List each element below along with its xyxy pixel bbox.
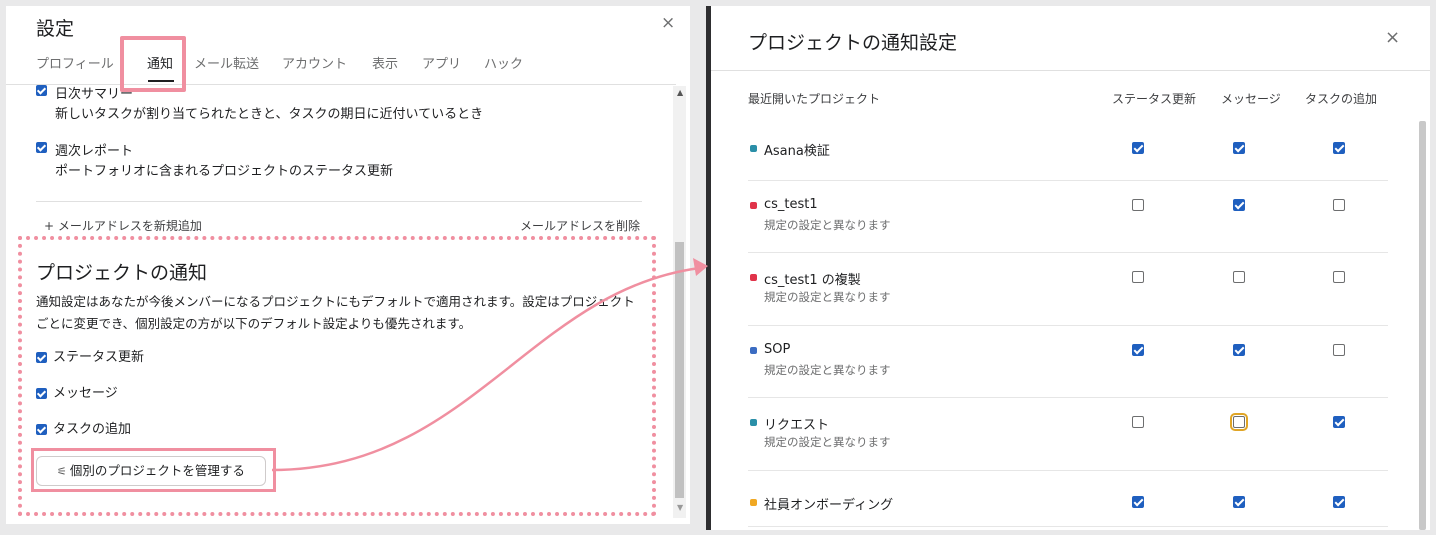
status-update-label: ステータス更新 bbox=[53, 350, 145, 365]
divider bbox=[36, 201, 642, 202]
status-checkbox[interactable] bbox=[1132, 416, 1144, 428]
header-divider bbox=[706, 70, 1430, 71]
column-header-task: タスクの追加 bbox=[1305, 92, 1378, 106]
weekly-report-label: 週次レポート bbox=[55, 144, 134, 159]
message-checkbox[interactable] bbox=[1233, 142, 1245, 154]
settings-title: 設定 bbox=[36, 18, 75, 40]
row-divider bbox=[748, 526, 1388, 527]
option-status-update[interactable]: ステータス更新 bbox=[36, 346, 144, 365]
project-name: SOP bbox=[764, 342, 791, 357]
add-email-link[interactable]: + メールアドレスを新規追加 bbox=[44, 217, 202, 234]
scroll-up-arrow-icon[interactable]: ▲ bbox=[677, 88, 683, 97]
scrollbar-thumb[interactable] bbox=[1419, 121, 1426, 530]
project-name: 社員オンボーディング bbox=[764, 498, 894, 513]
column-header-message: メッセージ bbox=[1221, 92, 1281, 106]
project-notifications-description: 通知設定はあなたが今後メンバーになるプロジェクトにもデフォルトで適用されます。設… bbox=[36, 294, 635, 331]
tab-hacks[interactable]: ハック bbox=[484, 53, 523, 72]
project-row: cs_test1 の複製規定の設定と異なります bbox=[706, 256, 1406, 328]
project-differs-note: 規定の設定と異なります bbox=[764, 435, 891, 449]
project-row: 社員オンボーディング bbox=[706, 474, 1406, 530]
tab-profile[interactable]: プロフィール bbox=[36, 53, 114, 72]
project-name: リクエスト bbox=[764, 418, 830, 433]
dialog-left-border bbox=[706, 6, 711, 530]
tab-apps[interactable]: アプリ bbox=[422, 53, 461, 72]
scrollbar-thumb[interactable] bbox=[675, 242, 684, 498]
message-label: メッセージ bbox=[53, 386, 118, 401]
task-checkbox[interactable] bbox=[1333, 271, 1345, 283]
status-checkbox[interactable] bbox=[1132, 344, 1144, 356]
option-task-added[interactable]: タスクの追加 bbox=[36, 418, 131, 437]
project-color-dot bbox=[750, 499, 757, 506]
project-color-dot bbox=[750, 347, 757, 354]
manage-button-highlight bbox=[31, 448, 276, 492]
project-color-dot bbox=[750, 274, 757, 281]
task-checkbox[interactable] bbox=[1333, 416, 1345, 428]
delete-email-link[interactable]: メールアドレスを削除 bbox=[520, 217, 640, 234]
message-checkbox[interactable] bbox=[36, 388, 47, 399]
status-checkbox[interactable] bbox=[1132, 496, 1144, 508]
project-row: cs_test1 規定の設定と異なります bbox=[706, 184, 1406, 256]
project-row: リクエスト規定の設定と異なります bbox=[706, 401, 1406, 473]
project-name: Asana検証 bbox=[764, 144, 830, 159]
row-divider bbox=[748, 397, 1388, 398]
task-added-checkbox[interactable] bbox=[36, 424, 47, 435]
project-color-dot bbox=[750, 419, 757, 426]
project-name: cs_test1 の複製 bbox=[764, 273, 861, 288]
daily-summary-desc: 新しいタスクが割り当てられたときと、タスクの期日に近付いているとき bbox=[55, 107, 484, 122]
message-checkbox[interactable] bbox=[1233, 496, 1245, 508]
tab-email-forwarding[interactable]: メール転送 bbox=[194, 53, 259, 72]
project-differs-note: 規定の設定と異なります bbox=[764, 290, 891, 304]
option-message[interactable]: メッセージ bbox=[36, 382, 118, 401]
project-row: SOP 規定の設定と異なります bbox=[706, 329, 1406, 401]
project-name: cs_test1 bbox=[764, 197, 818, 212]
notifications-tab-highlight bbox=[120, 36, 186, 92]
message-checkbox[interactable] bbox=[1233, 344, 1245, 356]
project-differs-note: 規定の設定と異なります bbox=[764, 218, 891, 232]
row-divider bbox=[748, 470, 1388, 471]
row-divider bbox=[748, 180, 1388, 181]
project-differs-note: 規定の設定と異なります bbox=[764, 363, 891, 377]
task-checkbox[interactable] bbox=[1333, 344, 1345, 356]
daily-summary-checkbox[interactable] bbox=[36, 85, 47, 96]
status-checkbox[interactable] bbox=[1132, 271, 1144, 283]
tab-account[interactable]: アカウント bbox=[282, 53, 347, 72]
row-divider bbox=[748, 325, 1388, 326]
project-notifications-title: プロジェクトの通知 bbox=[36, 262, 208, 284]
row-divider bbox=[748, 252, 1388, 253]
status-checkbox[interactable] bbox=[1132, 142, 1144, 154]
status-update-checkbox[interactable] bbox=[36, 352, 47, 363]
column-header-status: ステータス更新 bbox=[1112, 92, 1197, 106]
task-checkbox[interactable] bbox=[1333, 496, 1345, 508]
project-color-dot bbox=[750, 145, 757, 152]
project-color-dot bbox=[750, 202, 757, 209]
dialog-title: プロジェクトの通知設定 bbox=[748, 32, 958, 54]
task-added-label: タスクの追加 bbox=[53, 422, 132, 437]
project-row: Asana検証 bbox=[706, 120, 1406, 192]
task-checkbox[interactable] bbox=[1333, 199, 1345, 211]
project-notification-dialog: プロジェクトの通知設定 × 最近開いたプロジェクト ステータス更新 メッセージ … bbox=[706, 6, 1430, 530]
message-checkbox[interactable] bbox=[1233, 271, 1245, 283]
weekly-report-checkbox[interactable] bbox=[36, 142, 47, 153]
close-icon[interactable]: × bbox=[661, 13, 675, 33]
task-checkbox[interactable] bbox=[1333, 142, 1345, 154]
message-checkbox[interactable] bbox=[1233, 199, 1245, 211]
message-checkbox[interactable] bbox=[1230, 413, 1248, 431]
close-icon[interactable]: × bbox=[1385, 27, 1400, 48]
weekly-report-desc: ポートフォリオに含まれるプロジェクトのステータス更新 bbox=[55, 164, 394, 179]
column-header-project: 最近開いたプロジェクト bbox=[748, 92, 881, 106]
scroll-down-arrow-icon[interactable]: ▼ bbox=[677, 503, 683, 512]
tab-display[interactable]: 表示 bbox=[372, 53, 398, 72]
status-checkbox[interactable] bbox=[1132, 199, 1144, 211]
settings-dialog: 設定 × プロフィール 通知 メール転送 アカウント 表示 アプリ ハック 日次… bbox=[6, 6, 690, 524]
